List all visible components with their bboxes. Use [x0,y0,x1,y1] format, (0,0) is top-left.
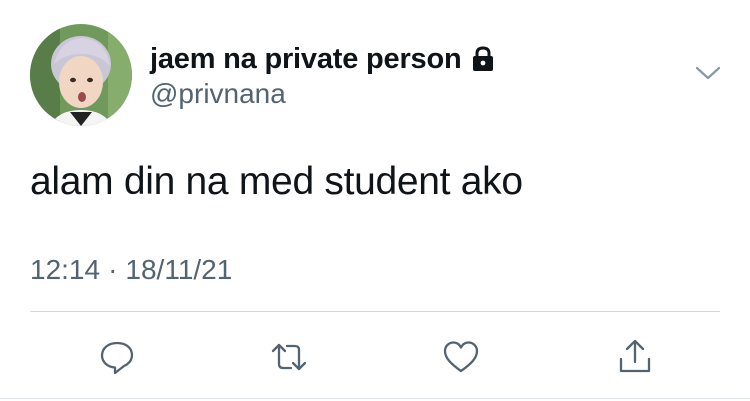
retweet-icon [271,343,307,371]
action-bar [0,334,750,380]
divider [30,311,720,312]
bottom-border [0,398,750,399]
chevron-down-icon[interactable] [694,62,722,84]
tweet-timestamp[interactable]: 12:14 · 18/11/21 [30,254,232,286]
share-button[interactable] [612,334,658,380]
like-button[interactable] [438,334,484,380]
tweet-text: alam din na med student ako [30,160,523,203]
timestamp-separator: · [108,254,118,285]
reply-button[interactable] [94,334,140,380]
display-name[interactable]: jaem na private person [150,43,462,76]
avatar[interactable] [30,24,132,126]
lock-icon [470,44,496,74]
tweet-time: 12:14 [30,254,101,285]
heart-icon [443,341,479,373]
name-row: jaem na private person [150,40,496,78]
tweet-card: jaem na private person @privnana alam di… [0,0,750,401]
avatar-image [30,24,132,126]
tweet-date: 18/11/21 [125,254,233,285]
share-icon [619,339,651,373]
retweet-button[interactable] [266,334,312,380]
reply-icon [100,341,134,375]
user-handle[interactable]: @privnana [150,78,286,110]
